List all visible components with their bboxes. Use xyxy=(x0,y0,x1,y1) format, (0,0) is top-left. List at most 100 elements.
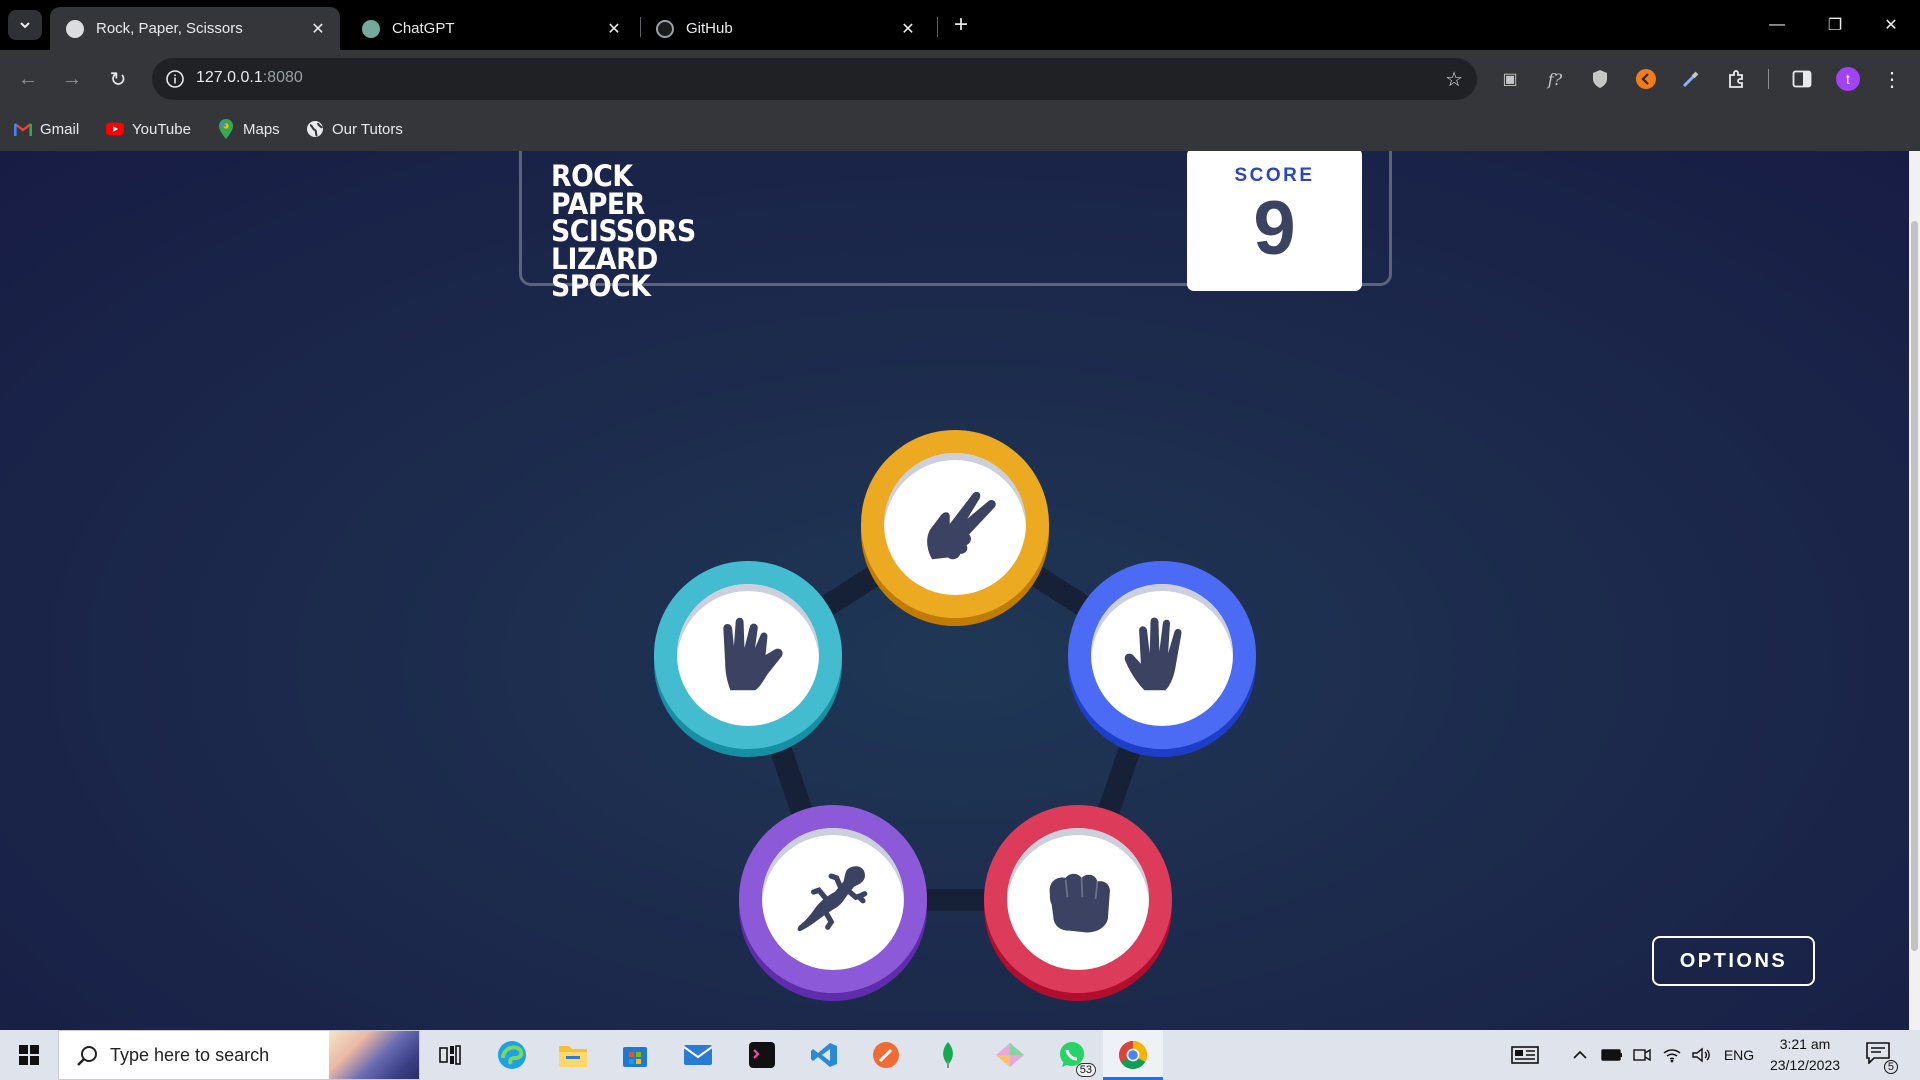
new-tab-button[interactable]: + xyxy=(948,11,974,38)
paper-hand-icon xyxy=(1124,617,1182,691)
lizard-token[interactable] xyxy=(739,805,927,1001)
chrome-taskbar-button[interactable] xyxy=(1103,1030,1163,1080)
task-view-icon[interactable] xyxy=(434,1039,466,1071)
chatgpt-icon xyxy=(362,19,380,38)
toolbar-divider xyxy=(1768,69,1769,89)
news-widget-icon[interactable] xyxy=(1510,1045,1540,1065)
rock-token[interactable] xyxy=(984,805,1172,1001)
edge-icon[interactable] xyxy=(496,1039,528,1071)
file-explorer-icon[interactable] xyxy=(557,1039,589,1071)
clock-time: 3:21 am xyxy=(1779,1036,1831,1052)
notification-count: 5 xyxy=(1883,1060,1898,1074)
restore-button[interactable]: ❐ xyxy=(1806,0,1864,50)
token-face xyxy=(884,453,1026,595)
vscode-icon[interactable] xyxy=(808,1039,840,1071)
close-window-button[interactable]: ✕ xyxy=(1862,0,1920,50)
reload-button[interactable]: ↻ xyxy=(103,64,133,94)
minimize-button[interactable]: — xyxy=(1748,0,1806,50)
system-clock[interactable]: 3:21 am 23/12/2023 xyxy=(1765,1034,1845,1076)
scrollbar-thumb[interactable] xyxy=(1911,221,1918,951)
tab-title: ChatGPT xyxy=(392,20,455,37)
forward-button[interactable]: → xyxy=(57,64,87,94)
tab-search-button[interactable] xyxy=(8,10,42,40)
mongodb-compass-icon[interactable] xyxy=(932,1039,964,1071)
bookmark-label: Maps xyxy=(243,120,280,138)
whatsapp-badge: 53 xyxy=(1075,1063,1096,1077)
clock-date: 23/12/2023 xyxy=(1769,1057,1841,1073)
lizard-icon xyxy=(797,866,868,932)
bookmark-gmail[interactable]: Gmail xyxy=(14,118,79,140)
tab-chatgpt[interactable]: ChatGPT ✕ xyxy=(346,7,636,50)
options-button[interactable]: OPTIONS xyxy=(1652,936,1815,986)
postman-icon[interactable] xyxy=(870,1039,902,1071)
tab-strip: Rock, Paper, Scissors ✕ ChatGPT ✕ GitHub… xyxy=(0,0,1920,50)
back-button[interactable]: ← xyxy=(13,64,43,94)
search-placeholder: Type here to search xyxy=(110,1045,270,1065)
site-info-icon[interactable] xyxy=(162,66,188,92)
taskbar-search[interactable]: Type here to search xyxy=(58,1030,420,1080)
browser-toolbar: ← → ↻ 127.0.0.1:8080 ☆ ▣ f? t ⋮ xyxy=(0,50,1920,108)
battery-icon[interactable] xyxy=(1600,1045,1624,1065)
page-favicon-icon xyxy=(66,19,84,38)
windows-logo-icon xyxy=(19,1045,39,1065)
notifications-button[interactable]: 5 xyxy=(1866,1042,1898,1074)
shield-extension-icon[interactable] xyxy=(1588,67,1612,91)
token-face xyxy=(762,828,904,970)
bookmark-label: Gmail xyxy=(40,120,80,138)
volume-icon[interactable] xyxy=(1690,1045,1712,1065)
bookmark-label: YouTube xyxy=(132,120,191,138)
bookmark-label: Our Tutors xyxy=(332,120,403,138)
chevron-down-icon xyxy=(20,22,30,29)
tab-rock-paper-scissors[interactable]: Rock, Paper, Scissors ✕ xyxy=(50,7,340,50)
windows-taskbar: Type here to search 53 ENG 3:21 am 23/12… xyxy=(0,1030,1920,1080)
token-face xyxy=(1007,828,1149,970)
start-button[interactable] xyxy=(0,1030,58,1080)
gmail-icon xyxy=(14,120,32,138)
github-icon xyxy=(656,19,674,38)
scissors-token[interactable] xyxy=(861,430,1049,626)
side-panel-icon[interactable] xyxy=(1790,67,1814,91)
language-indicator[interactable]: ENG xyxy=(1722,1045,1756,1065)
token-face xyxy=(1091,584,1233,726)
bookmark-maps[interactable]: Maps xyxy=(217,118,280,140)
extensions-puzzle-icon[interactable] xyxy=(1724,67,1748,91)
bookmarks-bar: Gmail YouTube Maps Our Tutors xyxy=(0,108,1920,151)
orange-extension-icon[interactable] xyxy=(1634,67,1658,91)
tab-title: GitHub xyxy=(686,20,733,37)
search-icon xyxy=(77,1046,97,1066)
chrome-icon xyxy=(1119,1041,1147,1069)
bookmark-our-tutors[interactable]: Our Tutors xyxy=(306,118,403,140)
microsoft-store-icon[interactable] xyxy=(619,1039,651,1071)
tab-title: Rock, Paper, Scissors xyxy=(96,20,243,37)
bookmark-youtube[interactable]: YouTube xyxy=(106,118,191,140)
show-hidden-icons-chevron[interactable] xyxy=(1570,1045,1590,1065)
color-picker-extension-icon[interactable] xyxy=(1679,67,1703,91)
kebab-menu-icon[interactable]: ⋮ xyxy=(1880,67,1904,91)
meet-now-icon[interactable] xyxy=(1632,1045,1652,1065)
close-tab-icon[interactable]: ✕ xyxy=(898,19,918,39)
scissors-hand-icon xyxy=(927,491,996,560)
terminal-icon[interactable] xyxy=(746,1039,778,1071)
youtube-icon xyxy=(106,120,124,138)
close-tab-icon[interactable]: ✕ xyxy=(604,19,624,39)
token-face xyxy=(677,584,819,726)
whatsapp-icon[interactable]: 53 xyxy=(1056,1039,1096,1077)
screen-capture-extension-icon[interactable]: ▣ xyxy=(1498,67,1522,91)
spock-token[interactable] xyxy=(654,561,842,757)
profile-avatar[interactable]: t xyxy=(1836,67,1860,91)
mail-icon[interactable] xyxy=(682,1039,714,1071)
globe-icon xyxy=(306,120,324,138)
spock-hand-icon xyxy=(723,617,783,691)
page-viewport: ROCK PAPER SCISSORS LIZARD SPOCK SCORE 9 xyxy=(0,151,1920,1030)
paper-token[interactable] xyxy=(1068,561,1256,757)
close-tab-icon[interactable]: ✕ xyxy=(308,19,328,39)
search-highlight-image xyxy=(329,1031,419,1079)
tab-github[interactable]: GitHub ✕ xyxy=(640,7,930,50)
wifi-icon[interactable] xyxy=(1661,1045,1683,1065)
colorful-app-icon[interactable] xyxy=(994,1039,1026,1071)
address-url: 127.0.0.1:8080 xyxy=(196,69,303,86)
font-finder-extension-icon[interactable]: f? xyxy=(1543,67,1567,91)
page-scrollbar[interactable] xyxy=(1909,151,1920,1030)
bookmark-star-icon[interactable]: ☆ xyxy=(1445,67,1463,92)
address-bar[interactable]: 127.0.0.1:8080 ☆ xyxy=(152,58,1477,100)
